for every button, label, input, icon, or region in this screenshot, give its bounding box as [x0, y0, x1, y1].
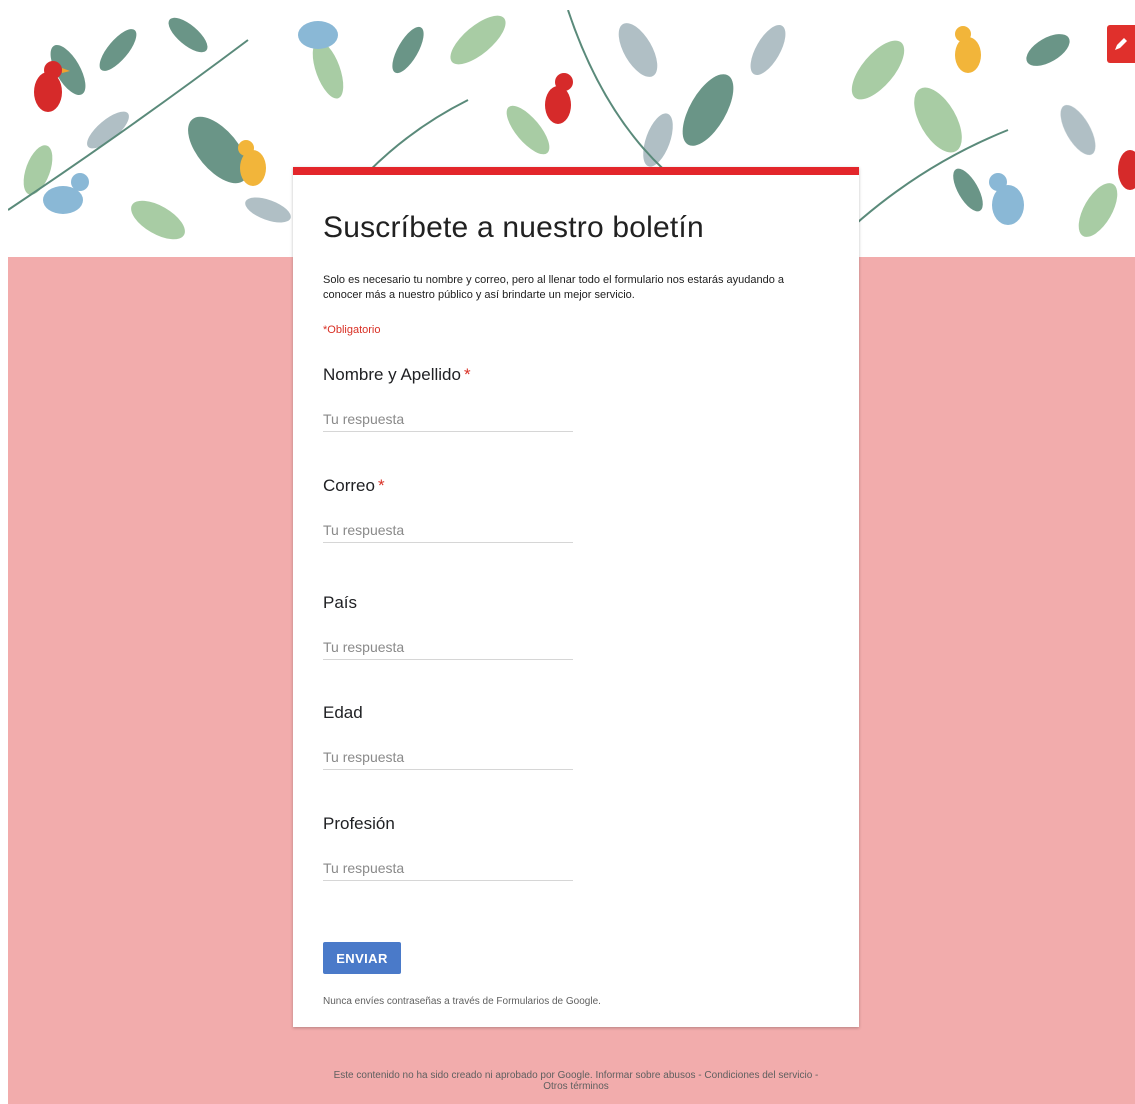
- password-warning: Nunca envíes contraseñas a través de For…: [323, 996, 601, 1007]
- edad-input[interactable]: [323, 745, 573, 770]
- question-label: Nombre y Apellido *: [323, 365, 573, 389]
- submit-button[interactable]: ENVIAR: [323, 942, 401, 974]
- other-terms-link[interactable]: Otros términos: [543, 1081, 609, 1092]
- question-label: Profesión: [323, 814, 573, 838]
- question-title: Edad: [323, 703, 363, 722]
- question-label: País: [323, 593, 573, 617]
- bird-yellow-right: [955, 26, 981, 73]
- question-nombre: Nombre y Apellido *: [323, 365, 573, 432]
- bird-blue-top: [298, 21, 338, 49]
- footer: Este contenido no ha sido creado ni apro…: [333, 1070, 819, 1092]
- edit-button[interactable]: [1107, 25, 1135, 63]
- question-title: Nombre y Apellido: [323, 365, 461, 384]
- question-edad: Edad: [323, 703, 573, 770]
- report-abuse-link[interactable]: Informar sobre abusos: [595, 1070, 695, 1081]
- pais-input[interactable]: [323, 635, 573, 660]
- question-pais: País: [323, 593, 573, 660]
- bird-red-right: [1118, 150, 1135, 190]
- question-title: País: [323, 593, 358, 612]
- correo-input[interactable]: [323, 518, 573, 543]
- question-label: Edad: [323, 703, 573, 727]
- question-title: Correo: [323, 476, 375, 495]
- required-star: *: [463, 365, 471, 384]
- required-star: *: [377, 476, 385, 495]
- question-profesion: Profesión: [323, 814, 573, 881]
- page-frame: Suscríbete a nuestro boletín Solo es nec…: [8, 10, 1135, 1104]
- bird-blue-left: [43, 173, 89, 214]
- terms-link[interactable]: Condiciones del servicio: [704, 1070, 812, 1081]
- bird-red-center: [545, 73, 573, 124]
- bird-blue-right: [989, 173, 1024, 225]
- question-correo: Correo *: [323, 476, 573, 543]
- nombre-input[interactable]: [323, 407, 573, 432]
- form-card: Suscríbete a nuestro boletín Solo es nec…: [293, 167, 859, 1027]
- required-note: *Obligatorio: [323, 324, 381, 336]
- form-title: Suscríbete a nuestro boletín: [323, 211, 704, 244]
- footer-disclaimer: Este contenido no ha sido creado ni apro…: [333, 1070, 593, 1081]
- form-description: Solo es necesario tu nombre y correo, pe…: [323, 274, 785, 301]
- edit-pencil-icon: [1115, 38, 1127, 50]
- question-title: Profesión: [323, 814, 395, 833]
- profesion-input[interactable]: [323, 856, 573, 881]
- question-label: Correo *: [323, 476, 573, 500]
